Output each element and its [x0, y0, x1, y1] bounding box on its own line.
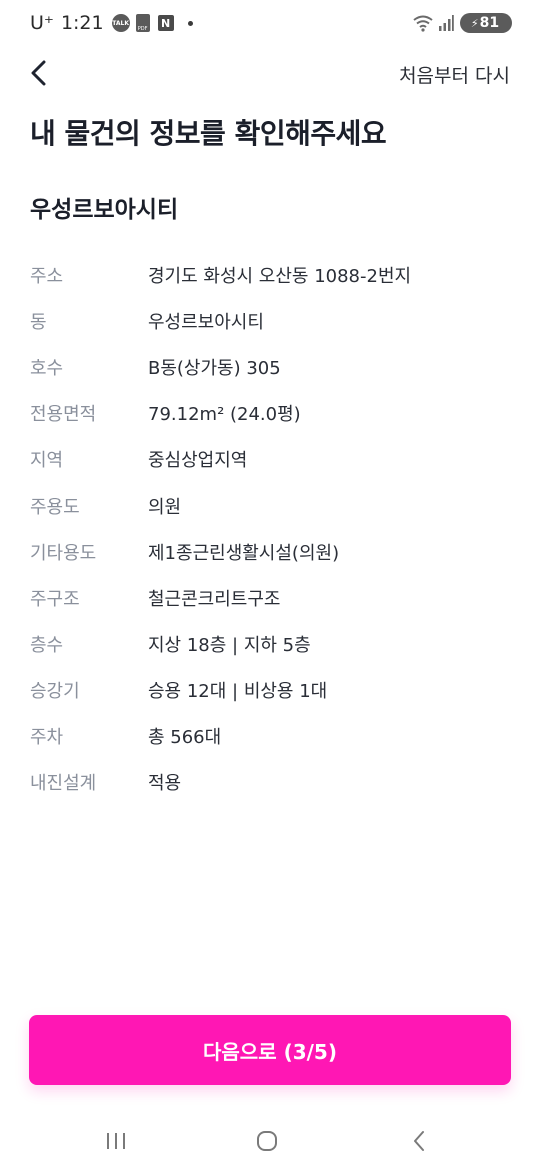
info-label: 승강기	[30, 680, 80, 702]
info-label: 주차	[30, 726, 64, 748]
pdf-icon: PDF	[135, 14, 150, 32]
info-label: 호수	[30, 358, 64, 380]
back-arrow-icon	[414, 1131, 424, 1151]
carrier-label: U⁺	[30, 12, 54, 34]
home-button[interactable]	[247, 1126, 287, 1156]
battery-level: 81	[479, 15, 500, 31]
home-icon	[257, 1131, 277, 1151]
info-row-seismic: 내진설계 적용	[30, 759, 510, 805]
info-value: 승용 12대 | 비상용 1대	[148, 680, 328, 702]
info-row-structure: 주구조 철근콘크리트구조	[30, 575, 510, 621]
charging-icon: ⚡	[470, 16, 479, 30]
info-value: 적용	[148, 773, 182, 795]
info-label: 동	[30, 312, 47, 334]
info-row-area: 전용면적 79.12m² (24.0평)	[30, 390, 510, 436]
info-label: 주소	[30, 266, 64, 288]
next-button[interactable]: 다음으로 (3/5)	[29, 1015, 511, 1085]
system-back-button[interactable]	[399, 1126, 439, 1156]
chevron-left-icon	[31, 60, 46, 86]
recent-apps-button[interactable]	[96, 1126, 136, 1156]
info-label: 층수	[30, 634, 64, 656]
info-value: 제1종근린생활시설(의원)	[148, 542, 340, 564]
info-label: 주구조	[30, 588, 80, 610]
info-row-floors: 층수 지상 18층 | 지하 5층	[30, 621, 510, 667]
info-value: B동(상가동) 305	[148, 358, 281, 380]
info-value: 지상 18층 | 지하 5층	[148, 634, 311, 656]
info-label: 지역	[30, 450, 64, 472]
info-value: 경기도 화성시 오산동 1088-2번지	[148, 266, 412, 288]
info-label: 기타용도	[30, 542, 97, 564]
info-row-address: 주소 경기도 화성시 오산동 1088-2번지	[30, 252, 510, 298]
wifi-icon	[413, 15, 433, 32]
info-row-main-use: 주용도 의원	[30, 482, 510, 528]
status-bar: U⁺ 1:21 TALK PDF N ⚡ 81	[0, 0, 540, 50]
recent-apps-icon	[107, 1133, 125, 1149]
info-row-other-use: 기타용도 제1종근린생활시설(의원)	[30, 529, 510, 575]
restart-button[interactable]: 처음부터 다시	[399, 61, 510, 88]
info-value: 79.12m² (24.0평)	[148, 404, 301, 426]
page-title: 내 물건의 정보를 확인해주세요	[30, 117, 387, 150]
property-info-list: 주소 경기도 화성시 오산동 1088-2번지 동 우성르보아시티 호수 B동(…	[30, 252, 510, 805]
info-value: 의원	[148, 496, 182, 518]
status-right: ⚡ 81	[412, 13, 512, 33]
info-row-zone: 지역 중심상업지역	[30, 436, 510, 482]
naver-icon: N	[157, 15, 174, 31]
info-label: 주용도	[30, 496, 80, 518]
info-value: 철근콘크리트구조	[148, 588, 281, 610]
info-row-elevators: 승강기 승용 12대 | 비상용 1대	[30, 667, 510, 713]
info-row-unit: 호수 B동(상가동) 305	[30, 344, 510, 390]
info-value: 우성르보아시티	[148, 312, 264, 334]
more-notifications-dot-icon	[187, 20, 193, 26]
info-label: 내진설계	[30, 773, 97, 795]
signal-icon	[439, 15, 454, 31]
info-value: 중심상업지역	[148, 450, 248, 472]
info-row-building: 동 우성르보아시티	[30, 298, 510, 344]
status-left: U⁺ 1:21 TALK PDF N	[30, 12, 193, 34]
info-value: 총 566대	[148, 726, 222, 748]
building-name: 우성르보아시티	[30, 197, 179, 223]
navigation-bar	[0, 1110, 540, 1170]
info-label: 전용면적	[30, 404, 97, 426]
screen: U⁺ 1:21 TALK PDF N ⚡ 81 처음부터 다시 내 물건의 정보…	[0, 0, 540, 1170]
kakaotalk-icon: TALK	[111, 14, 130, 32]
clock: 1:21	[60, 12, 104, 34]
battery-indicator: ⚡ 81	[460, 13, 512, 33]
info-row-parking: 주차 총 566대	[30, 713, 510, 759]
back-button[interactable]	[22, 56, 56, 90]
